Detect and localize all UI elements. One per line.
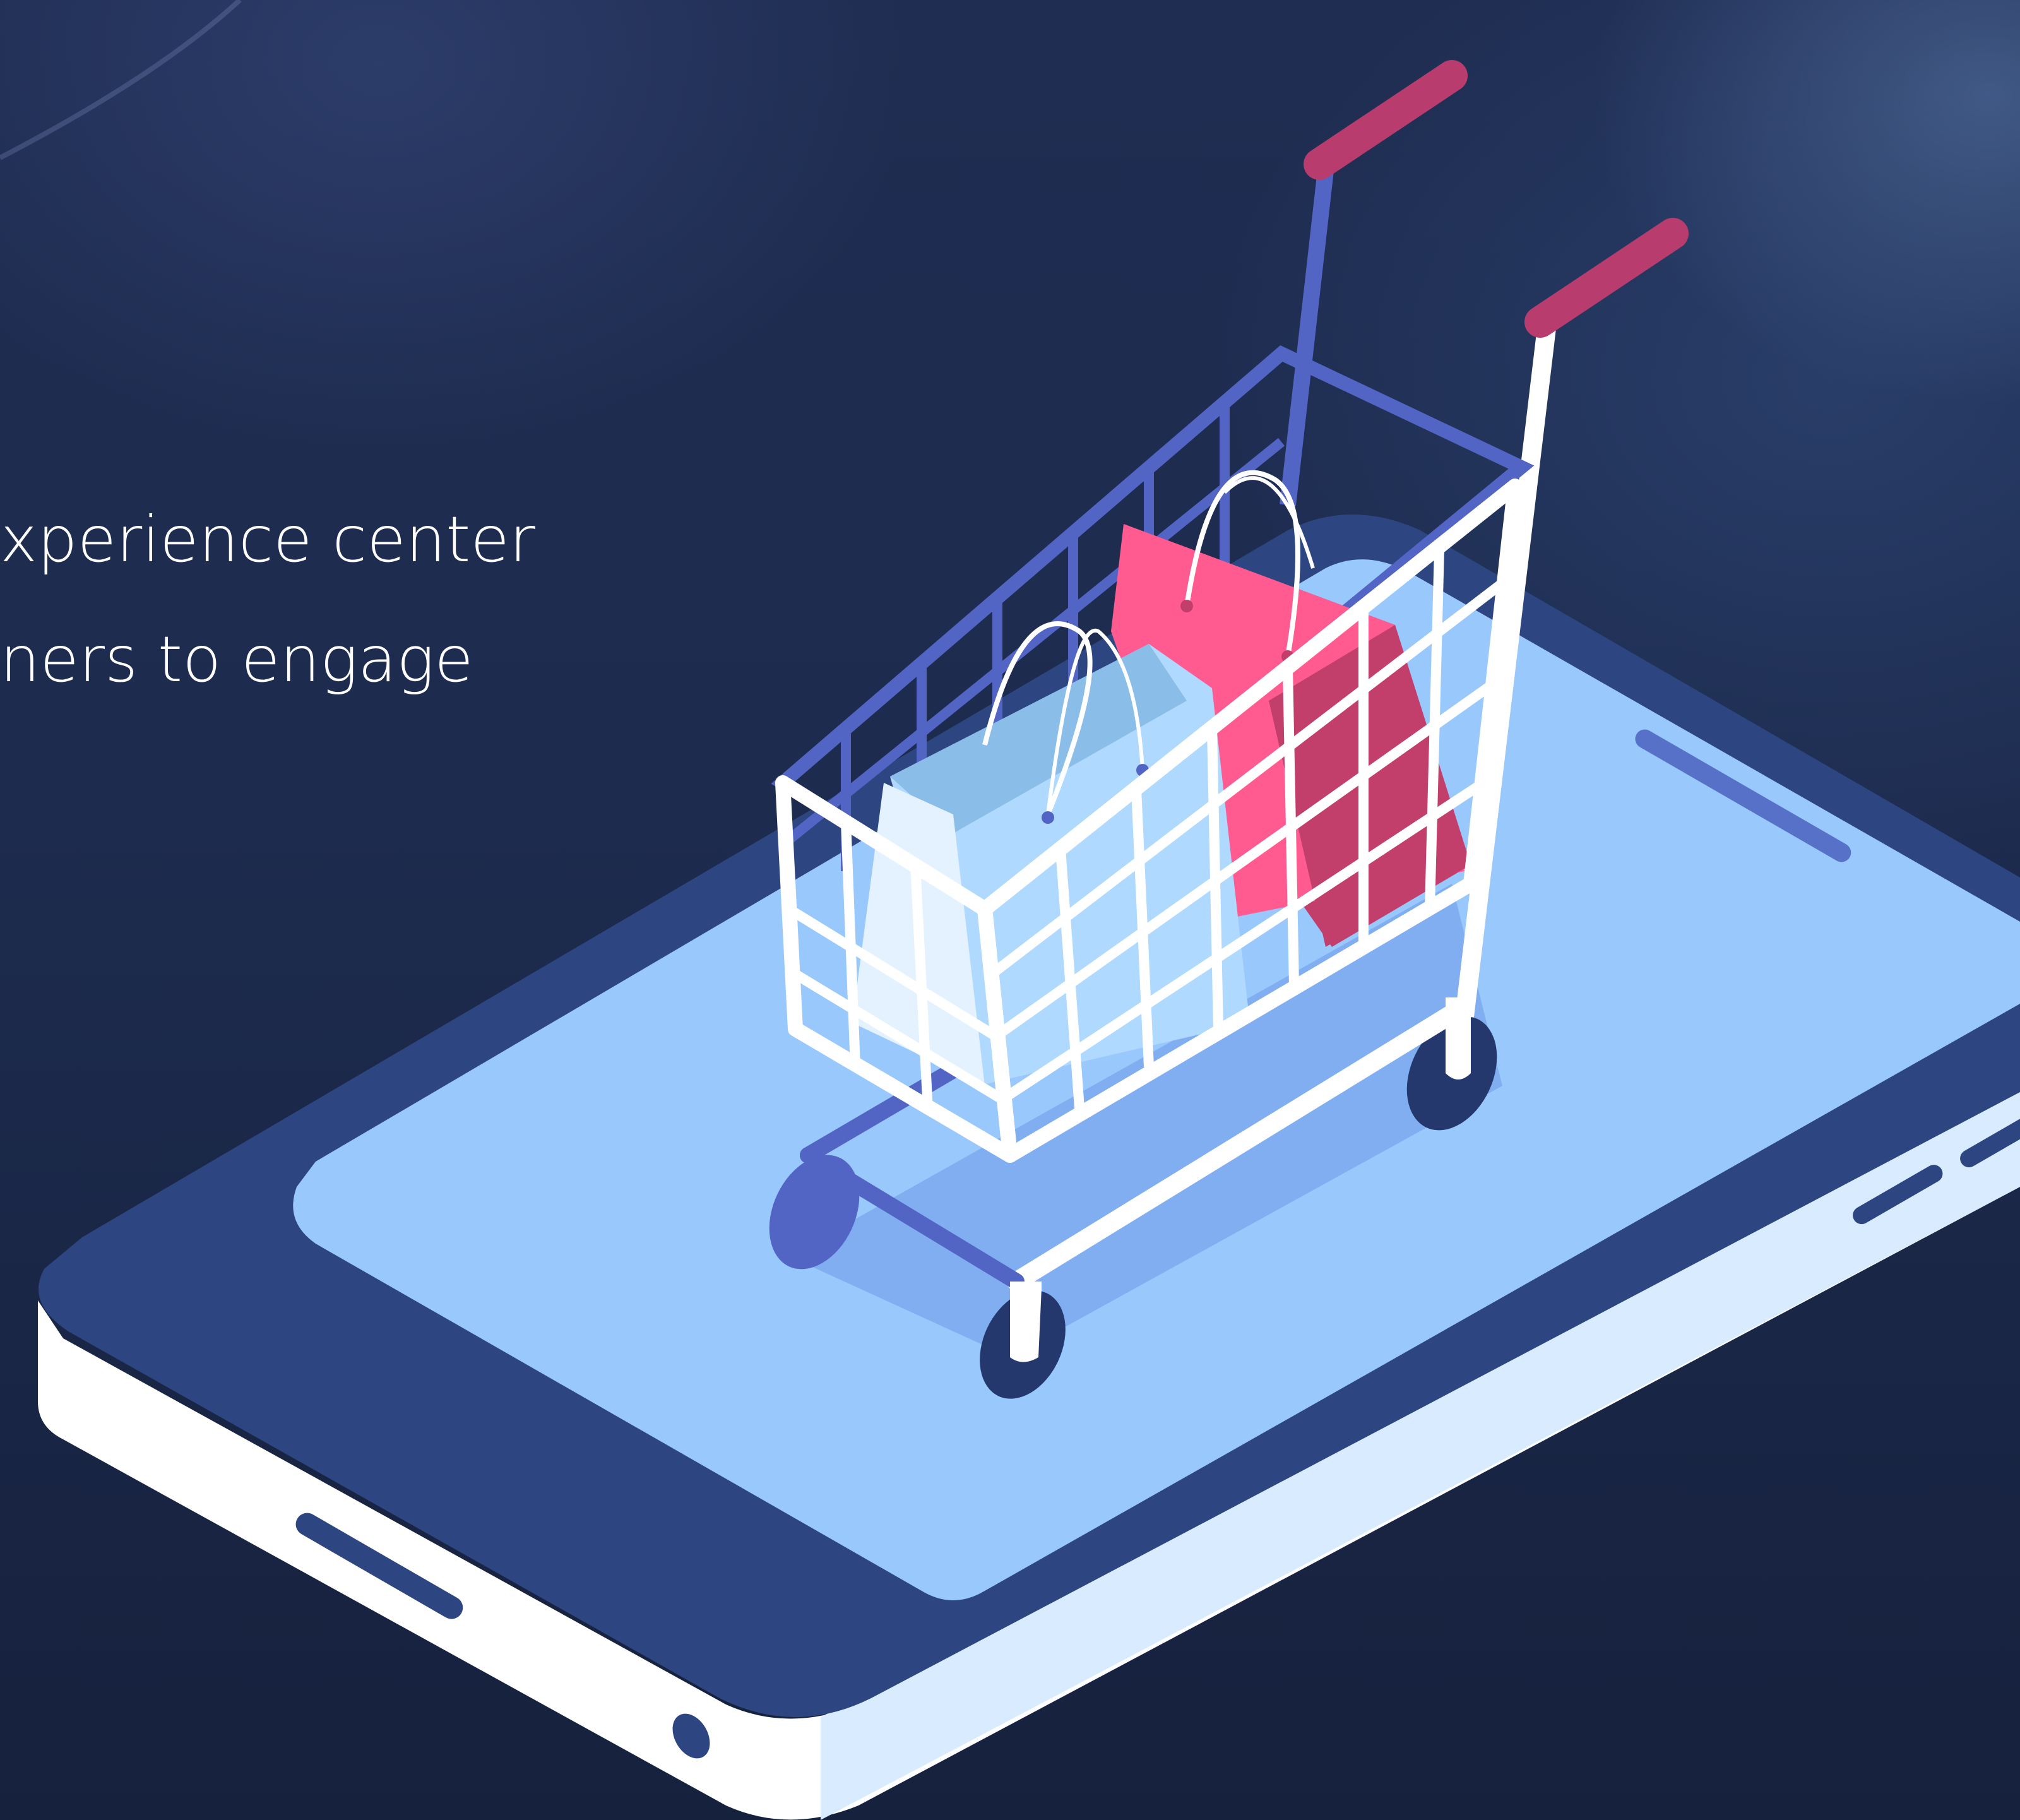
handle-grip-front: [1524, 218, 1689, 338]
wheel-front-left-cap: [1010, 1288, 1042, 1362]
handle-upright-back: [1280, 169, 1334, 506]
page: xperience center ners to engage: [0, 0, 2020, 1820]
shopping-cart-phone-illustration: [0, 0, 2020, 1820]
handle-grip-back: [1304, 60, 1468, 180]
decorative-arc: [0, 0, 242, 160]
